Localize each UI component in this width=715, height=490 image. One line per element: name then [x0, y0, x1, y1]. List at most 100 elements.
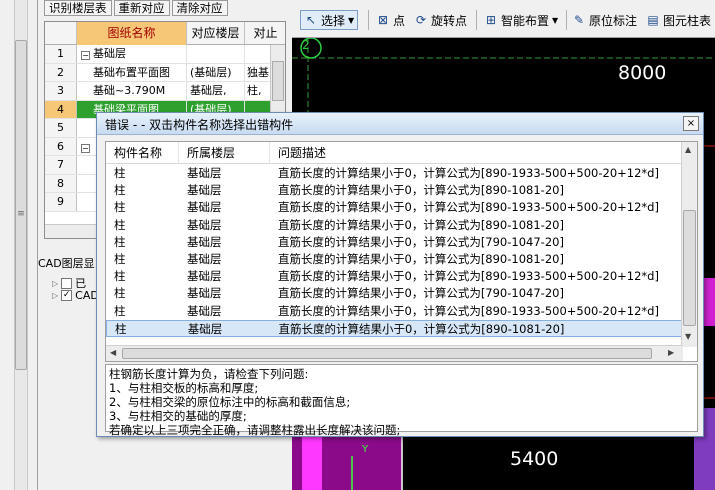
drawing-name-text: 基础~3.790M	[93, 84, 166, 97]
grip-icon: ≡	[17, 209, 25, 219]
header-index	[45, 22, 77, 45]
dialog-titlebar[interactable]: 错误 - - 双击构件名称选择出错构件 ×	[97, 113, 703, 135]
problem-row[interactable]: 柱 基础层 直筋长度的计算结果小于0，计算公式为[890-1933-500+500-…	[106, 199, 683, 216]
tree-expand-icon[interactable]: ▷	[52, 279, 58, 288]
dropdown-arrow-icon[interactable]: ▼	[552, 16, 558, 25]
drawing-name-cell[interactable]: 基础布置平面图	[77, 63, 187, 81]
problem-row[interactable]: 柱 基础层 直筋长度的计算结果小于0，计算公式为[790-1047-20]	[106, 285, 683, 302]
table-row[interactable]: 3 基础~3.790M 基础层, 柱,	[45, 82, 271, 101]
table-row[interactable]: 1− 基础层	[45, 45, 271, 64]
problem-description-cell: 直筋长度的计算结果小于0，计算公式为[890-1081-20]	[278, 252, 564, 266]
column-component-name[interactable]: 构件名称	[106, 142, 179, 163]
problem-description-cell: 直筋长度的计算结果小于0，计算公式为[890-1933-500+500-20+1…	[278, 269, 659, 284]
problem-row[interactable]: 柱 基础层 直筋长度的计算结果小于0，计算公式为[890-1081-20]	[106, 319, 683, 337]
component-name-cell: 柱	[114, 183, 126, 198]
hint-line: 3、与柱相交的基础的厚度;	[109, 409, 247, 423]
scroll-up-icon[interactable]: ▲	[685, 145, 691, 154]
component-name-cell: 柱	[114, 234, 126, 249]
smart-layout-button[interactable]: ⊞ 智能布置 ▼	[484, 10, 558, 30]
floor-cell: 基础层	[187, 321, 223, 336]
drawing-name-cell[interactable]: 基础~3.790M	[77, 82, 187, 100]
floor-cell: 基础层	[187, 200, 222, 215]
column-floor[interactable]: 所属楼层	[179, 142, 270, 163]
close-icon[interactable]: ×	[683, 116, 699, 131]
drawing-name-text: 基础层	[93, 47, 126, 60]
component-name-cell: 柱	[115, 321, 127, 336]
table-header: 图纸名称 对应楼层 对止	[45, 22, 285, 45]
problem-list-horizontal-scrollbar[interactable]: ◀ ▶	[106, 345, 683, 361]
rotate-point-label: 旋转点	[431, 13, 468, 28]
row-index: 9	[45, 193, 77, 211]
scroll-left-icon[interactable]: ◀	[110, 348, 116, 357]
rotate-icon: ⟳	[415, 13, 427, 27]
collapse-icon[interactable]: −	[81, 143, 90, 153]
problem-row[interactable]: 柱 基础层 直筋长度的计算结果小于0，计算公式为[890-1933-500+500-…	[106, 268, 683, 285]
problem-description-cell: 直筋长度的计算结果小于0，计算公式为[890-1933-500+500-20+1…	[278, 200, 659, 215]
header-floor[interactable]: 对应楼层	[187, 22, 245, 45]
problem-description-cell: 直筋长度的计算结果小于0，计算公式为[890-1933-500+500-20+1…	[278, 303, 659, 318]
problem-list-hscroll-thumb[interactable]	[122, 348, 652, 359]
scroll-down-icon[interactable]: ▼	[685, 332, 691, 341]
hint-line: 1、与柱相交板的标高和厚度;	[109, 381, 259, 395]
cursor-icon: ↖	[305, 13, 317, 27]
collapse-icon[interactable]: −	[81, 51, 90, 60]
cad-layer-title: CAD图层显	[38, 257, 95, 270]
hint-line: 若确定以上三项完全正确，请调整柱露出长度解决该问题;	[109, 423, 401, 437]
problem-row[interactable]: 柱 基础层 直筋长度的计算结果小于0，计算公式为[890-1933-500+500-…	[106, 303, 683, 320]
extra-cell[interactable]	[245, 45, 271, 63]
scroll-right-icon[interactable]: ▶	[668, 348, 674, 357]
dimension-top: 8000	[618, 62, 667, 84]
drawing-name-cell[interactable]: − 基础层	[77, 45, 187, 63]
table-scroll-thumb[interactable]	[272, 61, 284, 101]
tree-expand-icon[interactable]: ▷	[52, 291, 58, 300]
component-name-cell: 柱	[114, 166, 126, 180]
problem-list-scroll-thumb[interactable]	[683, 210, 696, 326]
tree-item-layer-2[interactable]: ▷ ✓ CAD	[52, 289, 99, 302]
error-dialog: 错误 - - 双击构件名称选择出错构件 × 构件名称 所属楼层 问题描述 柱基础…	[96, 112, 704, 437]
column-problem-description[interactable]: 问题描述	[270, 142, 683, 163]
left-scrollbar-thumb[interactable]	[15, 40, 27, 370]
checkbox-layer-1[interactable]	[61, 277, 73, 289]
table-row[interactable]: 2 基础布置平面图 (基础层) 独基	[45, 63, 271, 82]
problem-list-vertical-scrollbar[interactable]: ▲ ▼	[681, 142, 697, 347]
dropdown-arrow-icon[interactable]: ▼	[348, 16, 354, 25]
row-index: 7	[45, 156, 77, 174]
rematch-button[interactable]: 重新对应	[113, 0, 170, 16]
problem-row[interactable]: 柱 基础层 直筋长度的计算结果小于0，计算公式为[790-1047-20]	[106, 234, 683, 251]
floor-cell[interactable]	[187, 45, 245, 63]
problem-row[interactable]: 柱 基础层 直筋长度的计算结果小于0，计算公式为[890-1933-500+500-…	[106, 165, 683, 182]
point-icon: ⊠	[377, 13, 389, 27]
point-tool-button[interactable]: ⊠ 点	[376, 10, 405, 30]
clear-match-button[interactable]: 清除对应	[171, 0, 228, 16]
select-label: 选择	[321, 13, 346, 28]
row-index: 5	[45, 119, 77, 137]
problem-hint-text: 柱钢筋长度计算为负，请检查下列问题: 1、与柱相交板的标高和厚度; 2、与柱相交…	[105, 364, 698, 437]
left-scroll-strip: ≡	[0, 0, 38, 490]
problem-row[interactable]: 柱 基础层 直筋长度的计算结果小于0，计算公式为[890-1081-20]	[106, 182, 683, 199]
identify-floor-table-button[interactable]: 识别楼层表	[44, 0, 112, 16]
axis-label: 2	[302, 38, 310, 52]
floor-cell: 基础层	[187, 183, 222, 198]
floor-cell: 基础层	[187, 166, 222, 180]
panel-button-bar: 识别楼层表 重新对应 清除对应	[44, 0, 228, 16]
problem-row[interactable]: 柱 基础层 直筋长度的计算结果小于0，计算公式为[890-1081-20]	[106, 217, 683, 234]
floor-cell[interactable]: 基础层,	[187, 82, 245, 100]
problem-description-cell: 直筋长度的计算结果小于0，计算公式为[890-1081-20]	[278, 217, 564, 232]
in-situ-mark-button[interactable]: ✎ 原位标注	[572, 10, 637, 30]
select-tool-button[interactable]: ↖ 选择 ▼	[300, 10, 359, 30]
floor-cell[interactable]: (基础层)	[187, 63, 245, 81]
extra-cell[interactable]: 柱,	[245, 82, 271, 100]
header-drawing-name[interactable]: 图纸名称	[77, 22, 187, 45]
checkbox-layer-2[interactable]: ✓	[61, 290, 73, 301]
component-name-cell: 柱	[114, 217, 126, 232]
rotate-point-button[interactable]: ⟳ 旋转点	[414, 10, 467, 30]
extra-cell[interactable]: 独基	[245, 64, 271, 82]
header-extra[interactable]: 对止	[245, 22, 285, 45]
problem-row[interactable]: 柱 基础层 直筋长度的计算结果小于0，计算公式为[890-1081-20]	[106, 251, 683, 268]
element-column-table-button[interactable]: ▤ 图元柱表	[646, 10, 711, 30]
element-column-label: 图元柱表	[663, 13, 712, 28]
problem-description-cell: 直筋长度的计算结果小于0，计算公式为[890-1081-20]	[278, 183, 564, 198]
problem-description-cell: 直筋长度的计算结果小于0，计算公式为[890-1933-500+500-20+1…	[278, 166, 659, 180]
component-name-cell: 柱	[114, 252, 126, 266]
mark-icon: ✎	[573, 13, 585, 27]
